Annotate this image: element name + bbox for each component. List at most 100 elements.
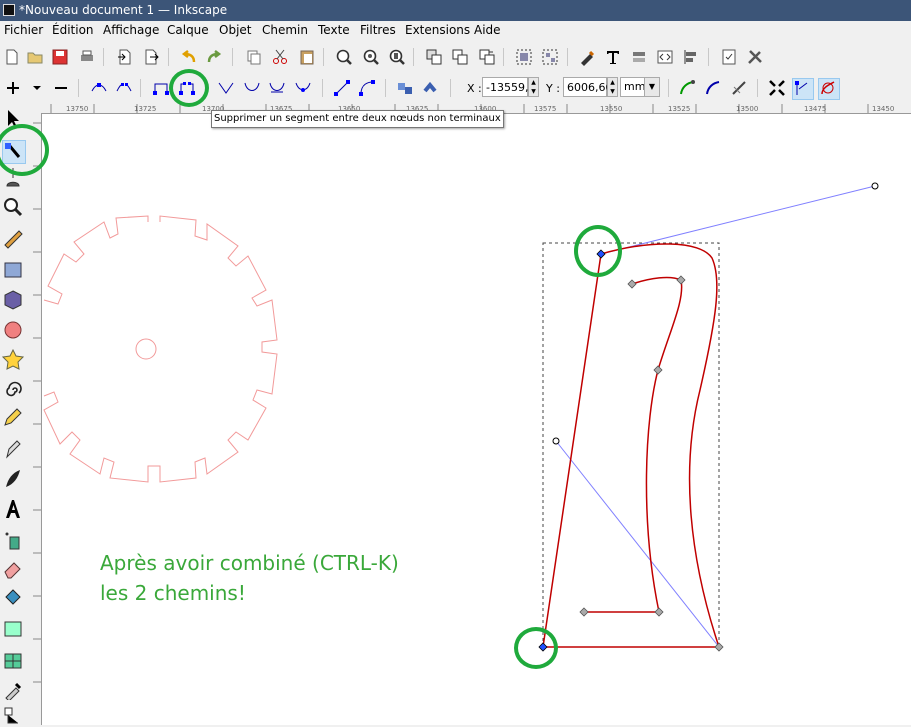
y-spin-arrows-icon[interactable]: ▲ ▼ xyxy=(607,77,618,97)
cusp-node-icon[interactable] xyxy=(217,79,235,97)
ellipse-tool-icon[interactable] xyxy=(2,319,24,341)
align-distribute-icon[interactable] xyxy=(682,48,700,66)
menu-aide[interactable]: Aide xyxy=(474,23,501,37)
smooth-node-icon[interactable] xyxy=(243,79,261,97)
redo-icon[interactable] xyxy=(205,48,223,66)
symmetric-node-icon[interactable] xyxy=(268,79,286,97)
zoom-drawing-icon[interactable] xyxy=(362,48,380,66)
unit-value: mm xyxy=(624,80,646,93)
undo-icon[interactable] xyxy=(180,48,198,66)
rectangle-tool-icon[interactable] xyxy=(2,259,24,281)
gradient-tool-icon[interactable] xyxy=(2,618,24,640)
print-icon[interactable] xyxy=(78,48,96,66)
show-transform-handles-icon[interactable] xyxy=(768,79,786,97)
highlight-ring xyxy=(169,69,209,107)
inner-path xyxy=(584,276,683,613)
gear-outline xyxy=(43,215,278,483)
join-segment-icon[interactable] xyxy=(152,79,170,97)
node-tool-controls: X : -13559, ▲ ▼ Y : 6006,66 ▲ ▼ mm ▼ xyxy=(0,72,911,104)
annotation-line-1: Après avoir combiné (CTRL-K) xyxy=(100,551,399,575)
menu-calque[interactable]: Calque xyxy=(167,23,209,37)
zoom-selection-icon[interactable] xyxy=(335,48,353,66)
fill-stroke-icon[interactable] xyxy=(578,48,596,66)
spray-tool-icon[interactable] xyxy=(2,529,24,551)
3d-box-tool-icon[interactable] xyxy=(2,289,24,311)
paste-icon[interactable] xyxy=(298,48,316,66)
join-nodes-icon[interactable] xyxy=(90,79,108,97)
paint-bucket-tool-icon[interactable] xyxy=(2,587,24,609)
layers-icon[interactable] xyxy=(630,48,648,66)
import-icon[interactable] xyxy=(116,48,134,66)
spiral-tool-icon[interactable] xyxy=(2,379,24,401)
text-tool-icon[interactable] xyxy=(2,498,24,520)
menu-extensions[interactable]: Extensions xyxy=(405,23,470,37)
insert-node-dropdown-icon[interactable] xyxy=(28,79,46,97)
dropper-tool-icon[interactable] xyxy=(2,678,24,700)
tooltip: Supprimer un segment entre deux nœuds no… xyxy=(211,110,504,128)
open-file-icon[interactable] xyxy=(26,48,44,66)
mesh-tool-icon[interactable] xyxy=(2,650,24,672)
preferences-icon[interactable] xyxy=(746,48,764,66)
command-toolbar xyxy=(0,43,911,73)
save-icon[interactable] xyxy=(51,48,69,66)
insert-node-icon[interactable] xyxy=(4,79,22,97)
auto-smooth-node-icon[interactable] xyxy=(294,79,312,97)
break-path-icon[interactable] xyxy=(115,79,133,97)
zoom-page-icon[interactable] xyxy=(388,48,406,66)
ruler-tick-label: 13450 xyxy=(872,105,895,113)
menu-affichage[interactable]: Affichage xyxy=(103,23,159,37)
menu-chemin[interactable]: Chemin xyxy=(262,23,308,37)
calligraphy-tool-icon[interactable] xyxy=(2,467,24,489)
x-coordinate-input[interactable]: -13559, xyxy=(482,77,528,97)
menu-texte[interactable]: Texte xyxy=(318,23,350,37)
xml-editor-icon[interactable] xyxy=(656,48,674,66)
menu-edition[interactable]: Édition xyxy=(52,23,94,37)
export-icon[interactable] xyxy=(142,48,160,66)
title-bar: *Nouveau document 1 — Inkscape xyxy=(0,0,911,21)
ungroup-icon[interactable] xyxy=(541,48,559,66)
ruler-tick-label: 13525 xyxy=(668,105,691,113)
group-icon[interactable] xyxy=(515,48,533,66)
segment-to-line-icon[interactable] xyxy=(333,79,351,97)
next-path-effect-param-icon[interactable] xyxy=(678,79,696,97)
show-path-outline-icon[interactable] xyxy=(818,78,840,100)
measure-tool-icon[interactable] xyxy=(2,228,24,250)
menu-objet[interactable]: Objet xyxy=(219,23,251,37)
show-handles-icon[interactable] xyxy=(792,78,814,100)
vertical-ruler xyxy=(31,113,42,725)
copy-icon[interactable] xyxy=(245,48,263,66)
menu-fichier[interactable]: Fichier xyxy=(4,23,43,37)
unlink-clone-icon[interactable] xyxy=(478,48,496,66)
highlight-ring xyxy=(514,627,558,669)
delete-node-icon[interactable] xyxy=(52,79,70,97)
text-font-icon[interactable] xyxy=(604,48,622,66)
clone-icon[interactable] xyxy=(451,48,469,66)
connector-tool-icon[interactable] xyxy=(2,705,24,727)
new-document-icon[interactable] xyxy=(3,48,21,66)
pencil-tool-icon[interactable] xyxy=(2,406,24,428)
y-coordinate-label: Y : xyxy=(546,82,560,95)
star-tool-icon[interactable] xyxy=(2,348,24,370)
zoom-tool-icon[interactable] xyxy=(2,196,24,218)
segment-to-curve-icon[interactable] xyxy=(358,79,376,97)
chevron-down-icon: ▼ xyxy=(644,78,659,96)
duplicate-icon[interactable] xyxy=(425,48,443,66)
edit-clip-path-icon[interactable] xyxy=(704,79,722,97)
ruler-tick-label: 13550 xyxy=(600,105,623,113)
object-to-path-icon[interactable] xyxy=(396,79,414,97)
annotation-line-2: les 2 chemins! xyxy=(100,581,246,605)
canvas-drawing xyxy=(43,182,879,652)
menu-filtres[interactable]: Filtres xyxy=(360,23,396,37)
document-properties-icon[interactable] xyxy=(720,48,738,66)
cut-icon[interactable] xyxy=(271,48,289,66)
menu-bar: Fichier Édition Affichage Calque Objet C… xyxy=(0,21,911,41)
eraser-tool-icon[interactable] xyxy=(2,557,24,579)
drawing-canvas[interactable] xyxy=(42,114,911,725)
pen-tool-icon[interactable] xyxy=(2,437,24,459)
app-icon xyxy=(3,4,15,16)
x-spin-arrows-icon[interactable]: ▲ ▼ xyxy=(528,77,539,97)
edit-mask-icon[interactable] xyxy=(730,79,748,97)
stroke-to-path-icon[interactable] xyxy=(422,79,440,97)
unit-select[interactable]: mm ▼ xyxy=(620,77,660,97)
y-coordinate-input[interactable]: 6006,66 xyxy=(563,77,613,97)
